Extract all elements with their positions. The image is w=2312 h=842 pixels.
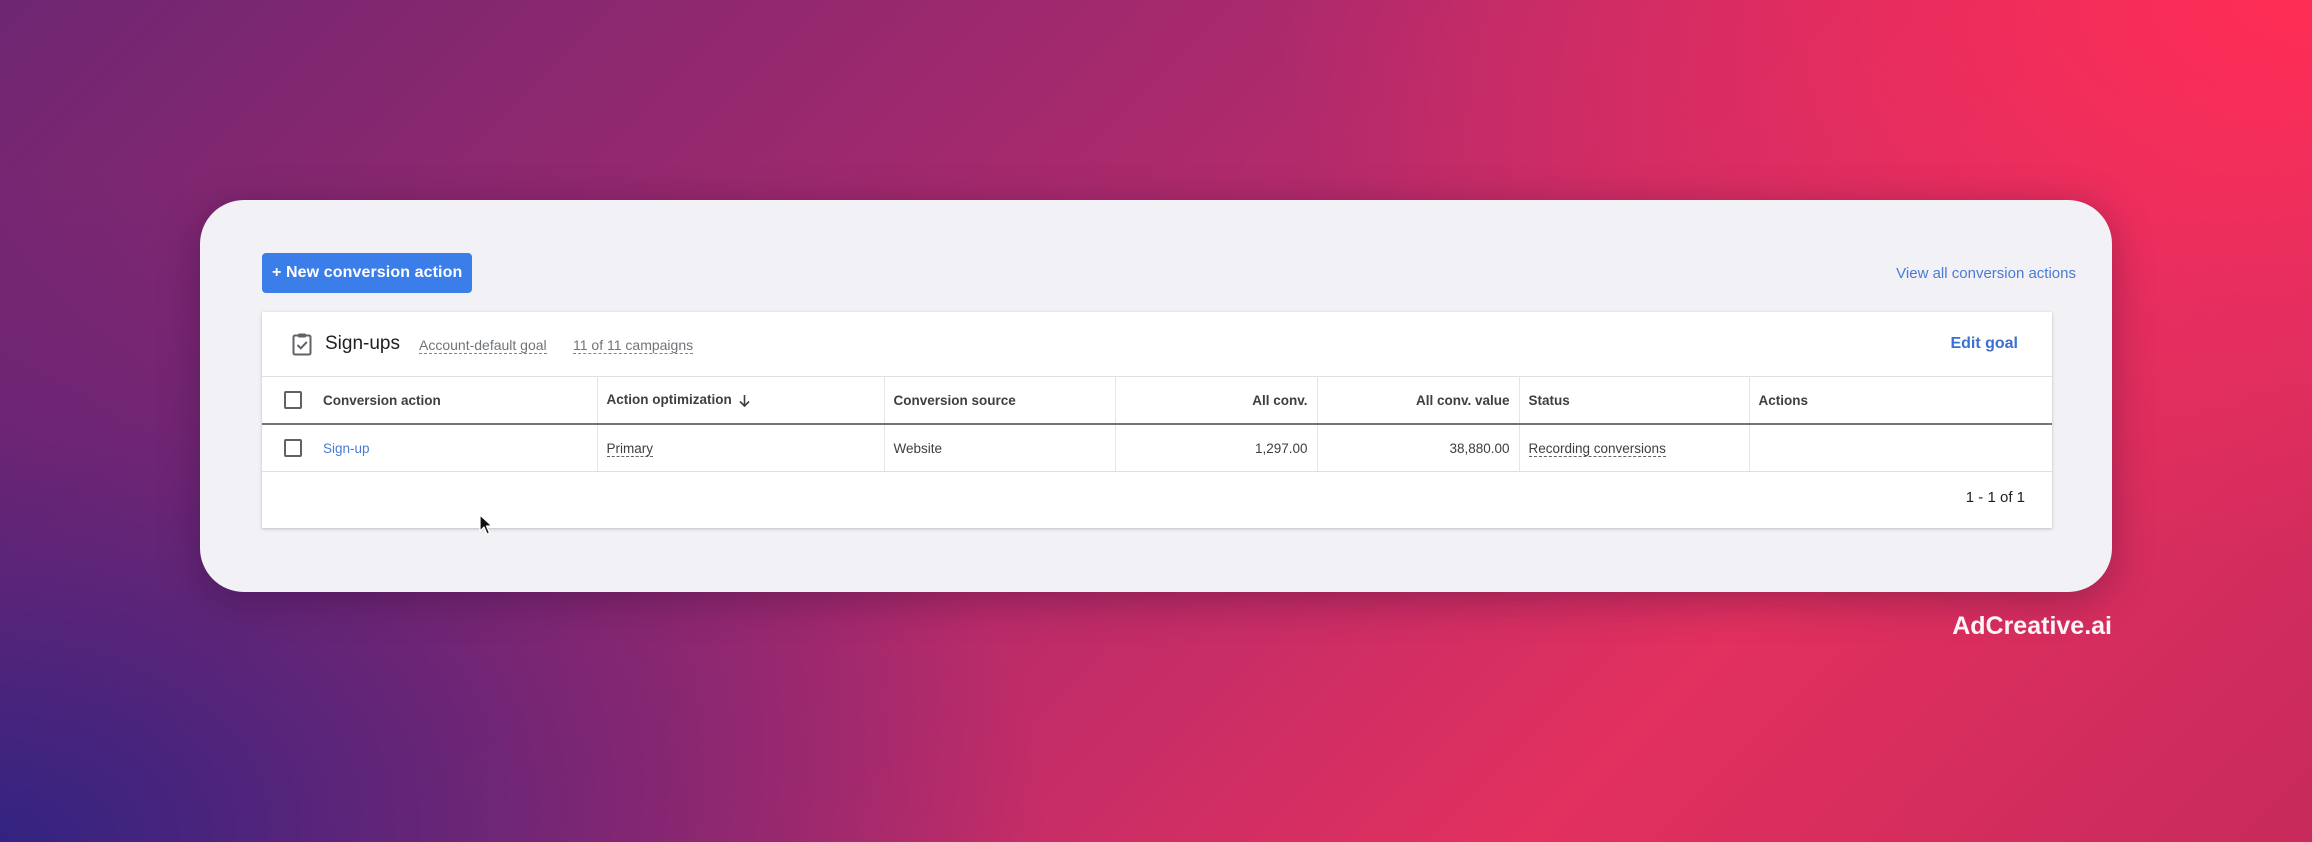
new-conversion-action-button[interactable]: + New conversion action <box>262 253 473 293</box>
column-header-status[interactable]: Status <box>1519 376 1750 425</box>
select-all-cell <box>262 376 314 425</box>
edit-goal-button[interactable]: Edit goal <box>1950 335 2018 353</box>
table-row: Sign-up Primary Website 1,297.00 38,880.… <box>262 424 2052 472</box>
row-select-cell <box>262 424 314 472</box>
conversion-action-link[interactable]: Sign-up <box>323 441 370 456</box>
conversion-source-cell: Website <box>884 424 1116 472</box>
goal-header: Sign-ups Account-default goal 11 of 11 c… <box>262 312 2052 376</box>
status-cell: Recording conversions <box>1519 424 1750 472</box>
select-all-checkbox[interactable] <box>284 391 302 409</box>
actions-cell <box>1749 424 2052 472</box>
column-header-all-conv-value[interactable]: All conv. value <box>1317 376 1520 425</box>
view-all-conversion-actions-link[interactable]: View all conversion actions <box>1896 265 2076 282</box>
column-header-actions: Actions <box>1749 376 2052 425</box>
clipboard-check-icon <box>292 333 312 356</box>
goal-title: Sign-ups <box>325 333 400 354</box>
pagination-label: 1 - 1 of 1 <box>1965 489 2025 506</box>
column-header-conversion-action[interactable]: Conversion action <box>314 376 598 425</box>
column-header-action-optimization[interactable]: Action optimization <box>597 376 885 425</box>
column-header-label: Action optimization <box>606 392 732 408</box>
account-default-goal-label[interactable]: Account-default goal <box>419 338 547 354</box>
conversion-actions-table: Conversion action Action optimization Co… <box>262 376 2052 472</box>
column-header-all-conv[interactable]: All conv. <box>1115 376 1318 425</box>
conversion-action-cell: Sign-up <box>314 424 598 472</box>
table-header-row: Conversion action Action optimization Co… <box>262 376 2052 425</box>
action-optimization-value[interactable]: Primary <box>606 440 653 457</box>
action-optimization-cell: Primary <box>597 424 885 472</box>
column-header-conversion-source[interactable]: Conversion source <box>884 376 1116 425</box>
mouse-pointer-icon <box>479 514 493 535</box>
goal-panel: Sign-ups Account-default goal 11 of 11 c… <box>262 312 2052 528</box>
all-conv-value-cell: 38,880.00 <box>1317 424 1520 472</box>
all-conv-cell: 1,297.00 <box>1115 424 1318 472</box>
campaigns-count-link[interactable]: 11 of 11 campaigns <box>573 338 694 354</box>
row-checkbox[interactable] <box>284 439 302 457</box>
status-value[interactable]: Recording conversions <box>1528 440 1666 457</box>
arrow-down-icon <box>739 394 750 407</box>
brand-watermark: AdCreative.ai <box>1952 612 2112 640</box>
